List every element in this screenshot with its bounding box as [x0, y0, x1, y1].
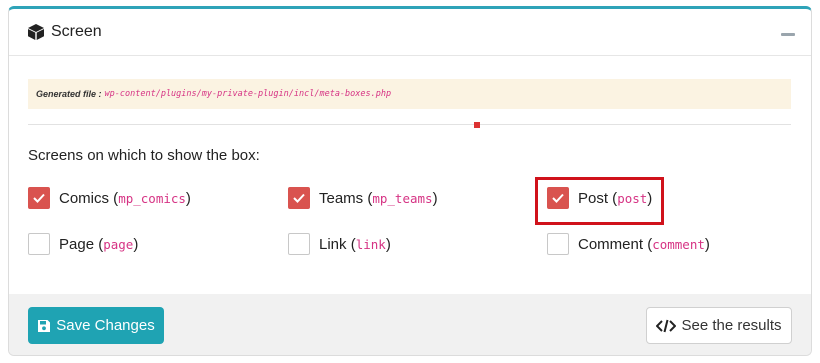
notice-path: wp-content/plugins/my-private-plugin/inc… [104, 89, 392, 99]
option-label: Page [59, 235, 95, 253]
screen-panel: Screen Generated file : wp-content/plugi… [8, 6, 812, 356]
collapse-button[interactable] [781, 33, 795, 36]
option-label: Comics [59, 189, 110, 207]
notice-label: Generated file : [36, 89, 102, 99]
see-results-label: See the results [681, 317, 782, 334]
checkbox-link[interactable] [288, 233, 310, 255]
code-icon [656, 319, 677, 332]
option-slug: link [355, 236, 386, 252]
option-comment[interactable]: Comment (comment) [547, 233, 710, 255]
checkbox-teams[interactable] [288, 187, 310, 209]
option-label: Link [319, 235, 347, 253]
option-link[interactable]: Link (link) [288, 233, 391, 255]
checkbox-comics[interactable] [28, 187, 50, 209]
see-results-button[interactable]: See the results [646, 307, 792, 344]
divider [28, 124, 791, 125]
option-slug: comment [652, 236, 705, 252]
option-teams[interactable]: Teams (mp_teams) [288, 187, 438, 209]
option-slug: mp_teams [372, 190, 433, 206]
screens-label: Screens on which to show the box: [28, 147, 260, 164]
check-icon [293, 193, 305, 203]
panel-title-text: Screen [51, 23, 102, 40]
check-icon [33, 193, 45, 203]
divider-marker [474, 122, 480, 128]
option-label: Teams [319, 189, 364, 207]
option-slug: mp_comics [118, 190, 186, 206]
option-comics[interactable]: Comics (mp_comics) [28, 187, 191, 209]
save-changes-button[interactable]: Save Changes [28, 307, 164, 344]
floppy-disk-icon [38, 319, 51, 332]
cube-icon [28, 24, 44, 40]
save-changes-label: Save Changes [56, 317, 155, 334]
checkbox-page[interactable] [28, 233, 50, 255]
generated-file-notice: Generated file : wp-content/plugins/my-p… [28, 79, 791, 109]
panel-header: Screen [9, 9, 811, 56]
option-slug: page [103, 236, 134, 252]
option-label: Comment [578, 235, 644, 253]
panel-title: Screen [27, 23, 102, 41]
option-page[interactable]: Page (page) [28, 233, 138, 255]
highlight-box [535, 177, 664, 225]
checkbox-comment[interactable] [547, 233, 569, 255]
